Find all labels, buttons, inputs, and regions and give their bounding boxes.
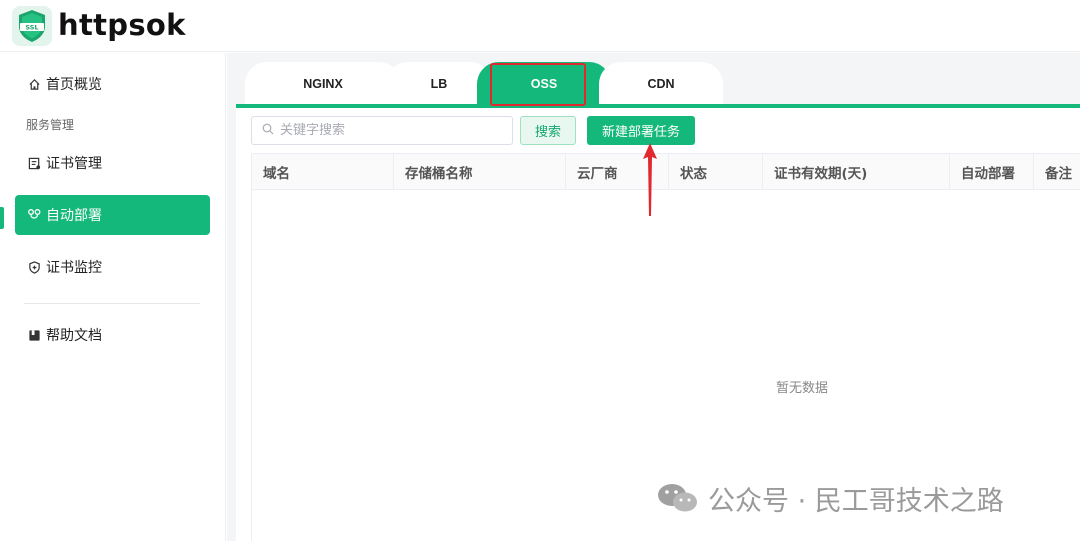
deploy-icon bbox=[27, 208, 41, 222]
active-indicator bbox=[0, 207, 4, 229]
search-field[interactable] bbox=[251, 116, 513, 145]
sidebar-group-label: 服务管理 bbox=[26, 118, 75, 132]
sidebar-item-label: 帮助文档 bbox=[46, 328, 102, 344]
sidebar-item-label: 证书监控 bbox=[46, 260, 102, 276]
sidebar-item-monitoring[interactable]: 证书监控 bbox=[15, 247, 210, 287]
ssl-shield-logo-icon: SSL bbox=[19, 10, 45, 42]
sidebar-divider bbox=[24, 303, 200, 304]
annotation-arrow-icon bbox=[643, 143, 657, 216]
search-input[interactable] bbox=[280, 123, 500, 138]
table-header: 域名 存储桶名称 云厂商 状态 证书有效期(天) 自动部署 备注 bbox=[252, 153, 1080, 190]
annotation-highlight-box bbox=[490, 63, 586, 106]
column-header-status[interactable]: 状态 bbox=[669, 154, 763, 190]
column-header-domain[interactable]: 域名 bbox=[252, 154, 394, 190]
column-header-cert-validity[interactable]: 证书有效期(天) bbox=[763, 154, 950, 190]
sidebar-item-auto-deploy[interactable]: 自动部署 bbox=[15, 195, 210, 235]
column-header-bucket[interactable]: 存储桶名称 bbox=[394, 154, 566, 190]
search-icon bbox=[262, 123, 274, 139]
sidebar-item-home[interactable]: 首页概览 bbox=[15, 64, 210, 104]
tab-cdn[interactable]: CDN bbox=[599, 62, 723, 105]
wechat-icon bbox=[658, 484, 697, 512]
book-icon bbox=[27, 328, 41, 342]
watermark-text: 公众号 · 民工哥技术之路 bbox=[708, 485, 1004, 517]
column-header-auto-deploy[interactable]: 自动部署 bbox=[950, 154, 1034, 190]
sidebar-item-certificates[interactable]: 证书管理 bbox=[15, 143, 210, 183]
new-deploy-task-button[interactable]: 新建部署任务 bbox=[587, 116, 695, 145]
search-button[interactable]: 搜索 bbox=[520, 116, 576, 145]
app-header: SSL httpsok bbox=[0, 0, 1080, 52]
column-header-remark[interactable]: 备注 bbox=[1034, 154, 1080, 190]
certificate-icon bbox=[27, 156, 41, 170]
sidebar-item-help[interactable]: 帮助文档 bbox=[15, 315, 210, 355]
sidebar-item-label: 首页概览 bbox=[46, 77, 102, 93]
table-empty-state: 暂无数据 bbox=[776, 381, 829, 396]
shield-icon bbox=[27, 260, 41, 274]
tab-nginx[interactable]: NGINX bbox=[245, 62, 401, 105]
app-name[interactable]: httpsok bbox=[58, 7, 186, 43]
sidebar: 首页概览 服务管理 证书管理 自动部署 证书监控 帮助文档 bbox=[0, 53, 226, 541]
watermark: 公众号 · 民工哥技术之路 bbox=[656, 478, 1004, 518]
sidebar-item-label: 证书管理 bbox=[46, 156, 102, 172]
logo-badge[interactable]: SSL bbox=[12, 6, 52, 46]
home-icon bbox=[27, 77, 41, 91]
svg-text:SSL: SSL bbox=[25, 24, 38, 32]
deploy-type-tabs: NGINX LB OSS CDN bbox=[236, 62, 1080, 106]
sidebar-item-label: 自动部署 bbox=[46, 208, 102, 224]
